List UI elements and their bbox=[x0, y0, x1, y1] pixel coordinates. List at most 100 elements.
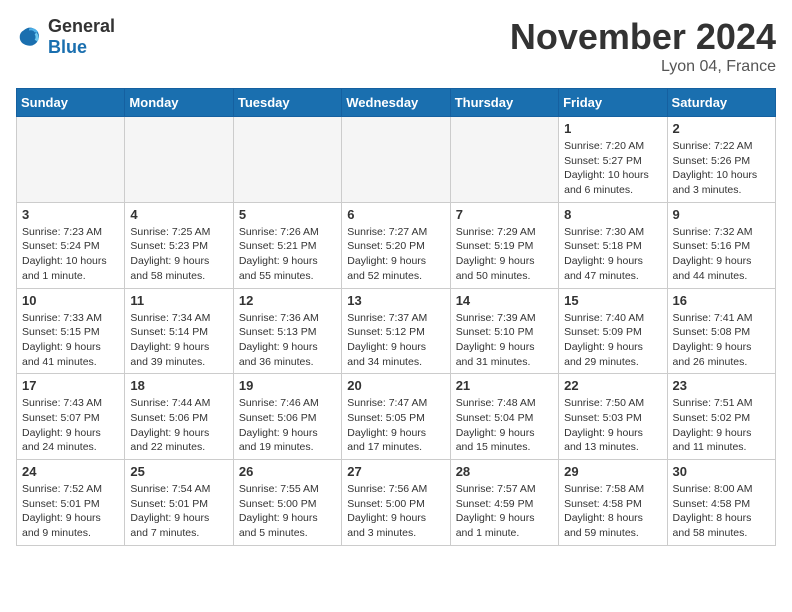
day-info: Sunrise: 7:32 AMSunset: 5:16 PMDaylight:… bbox=[673, 225, 770, 284]
day-info: Sunrise: 7:20 AMSunset: 5:27 PMDaylight:… bbox=[564, 139, 661, 198]
day-number: 10 bbox=[22, 293, 119, 308]
day-info: Sunrise: 7:46 AMSunset: 5:06 PMDaylight:… bbox=[239, 396, 336, 455]
day-cell-empty bbox=[17, 117, 125, 203]
day-cell-empty bbox=[125, 117, 233, 203]
month-title: November 2024 bbox=[510, 16, 776, 58]
day-cell-13: 13 Sunrise: 7:37 AMSunset: 5:12 PMDayligh… bbox=[342, 288, 450, 374]
day-number: 1 bbox=[564, 121, 661, 136]
day-cell-30: 30 Sunrise: 8:00 AMSunset: 4:58 PMDayligh… bbox=[667, 460, 775, 546]
day-number: 23 bbox=[673, 378, 770, 393]
day-cell-20: 20Sunrise: 7:47 AMSunset: 5:05 PMDayligh… bbox=[342, 374, 450, 460]
day-info: Sunrise: 7:37 AMSunset: 5:12 PMDaylight:… bbox=[347, 311, 444, 370]
day-info: Sunrise: 7:52 AMSunset: 5:01 PMDaylight:… bbox=[22, 482, 119, 541]
day-cell-22: 22 Sunrise: 7:50 AMSunset: 5:03 PMDayligh… bbox=[559, 374, 667, 460]
day-number: 22 bbox=[564, 378, 661, 393]
day-info: Sunrise: 7:26 AMSunset: 5:21 PMDaylight:… bbox=[239, 225, 336, 284]
week-row-2: 3 Sunrise: 7:23 AMSunset: 5:24 PMDaylight… bbox=[17, 202, 776, 288]
col-monday: Monday bbox=[125, 89, 233, 117]
day-cell-3: 3 Sunrise: 7:23 AMSunset: 5:24 PMDaylight… bbox=[17, 202, 125, 288]
day-info: Sunrise: 7:41 AMSunset: 5:08 PMDaylight:… bbox=[673, 311, 770, 370]
day-cell-5: 5 Sunrise: 7:26 AMSunset: 5:21 PMDaylight… bbox=[233, 202, 341, 288]
day-number: 30 bbox=[673, 464, 770, 479]
day-number: 18 bbox=[130, 378, 227, 393]
week-row-1: 1 Sunrise: 7:20 AMSunset: 5:27 PMDaylight… bbox=[17, 117, 776, 203]
day-cell-6: 6 Sunrise: 7:27 AMSunset: 5:20 PMDaylight… bbox=[342, 202, 450, 288]
week-row-3: 10 Sunrise: 7:33 AMSunset: 5:15 PMDayligh… bbox=[17, 288, 776, 374]
day-info: Sunrise: 7:55 AMSunset: 5:00 PMDaylight:… bbox=[239, 482, 336, 541]
day-cell-4: 4 Sunrise: 7:25 AMSunset: 5:23 PMDaylight… bbox=[125, 202, 233, 288]
day-info: Sunrise: 7:22 AMSunset: 5:26 PMDaylight:… bbox=[673, 139, 770, 198]
day-info: Sunrise: 7:43 AMSunset: 5:07 PMDaylight:… bbox=[22, 396, 119, 455]
day-number: 8 bbox=[564, 207, 661, 222]
title-block: November 2024 Lyon 04, France bbox=[510, 16, 776, 76]
day-info: Sunrise: 8:00 AMSunset: 4:58 PMDaylight:… bbox=[673, 482, 770, 541]
col-sunday: Sunday bbox=[17, 89, 125, 117]
day-cell-27: 27 Sunrise: 7:56 AMSunset: 5:00 PMDayligh… bbox=[342, 460, 450, 546]
day-number: 24 bbox=[22, 464, 119, 479]
day-info: Sunrise: 7:51 AMSunset: 5:02 PMDaylight:… bbox=[673, 396, 770, 455]
day-info: Sunrise: 7:40 AMSunset: 5:09 PMDaylight:… bbox=[564, 311, 661, 370]
day-number: 13 bbox=[347, 293, 444, 308]
day-number: 20 bbox=[347, 378, 444, 393]
calendar-table: Sunday Monday Tuesday Wednesday Thursday… bbox=[16, 88, 776, 546]
day-cell-empty bbox=[233, 117, 341, 203]
day-cell-28: 28Sunrise: 7:57 AMSunset: 4:59 PMDayligh… bbox=[450, 460, 558, 546]
week-row-5: 24 Sunrise: 7:52 AMSunset: 5:01 PMDayligh… bbox=[17, 460, 776, 546]
day-number: 14 bbox=[456, 293, 553, 308]
day-number: 27 bbox=[347, 464, 444, 479]
day-cell-24: 24 Sunrise: 7:52 AMSunset: 5:01 PMDayligh… bbox=[17, 460, 125, 546]
day-info: Sunrise: 7:48 AMSunset: 5:04 PMDaylight:… bbox=[456, 396, 553, 455]
page-header: General Blue November 2024 Lyon 04, Fran… bbox=[16, 16, 776, 76]
col-friday: Friday bbox=[559, 89, 667, 117]
calendar-header-row: Sunday Monday Tuesday Wednesday Thursday… bbox=[17, 89, 776, 117]
day-info: Sunrise: 7:27 AMSunset: 5:20 PMDaylight:… bbox=[347, 225, 444, 284]
day-info: Sunrise: 7:25 AMSunset: 5:23 PMDaylight:… bbox=[130, 225, 227, 284]
day-number: 16 bbox=[673, 293, 770, 308]
day-cell-empty bbox=[342, 117, 450, 203]
logo-general-text: General bbox=[48, 16, 115, 37]
day-info: Sunrise: 7:57 AMSunset: 4:59 PMDaylight:… bbox=[456, 482, 553, 541]
day-number: 15 bbox=[564, 293, 661, 308]
day-number: 29 bbox=[564, 464, 661, 479]
location-label: Lyon 04, France bbox=[510, 58, 776, 76]
day-number: 11 bbox=[130, 293, 227, 308]
day-cell-2: 2 Sunrise: 7:22 AMSunset: 5:26 PMDaylight… bbox=[667, 117, 775, 203]
day-cell-14: 14 Sunrise: 7:39 AMSunset: 5:10 PMDayligh… bbox=[450, 288, 558, 374]
day-cell-12: 12Sunrise: 7:36 AMSunset: 5:13 PMDayligh… bbox=[233, 288, 341, 374]
day-info: Sunrise: 7:44 AMSunset: 5:06 PMDaylight:… bbox=[130, 396, 227, 455]
day-cell-9: 9Sunrise: 7:32 AMSunset: 5:16 PMDaylight… bbox=[667, 202, 775, 288]
day-cell-7: 7Sunrise: 7:29 AMSunset: 5:19 PMDaylight… bbox=[450, 202, 558, 288]
col-tuesday: Tuesday bbox=[233, 89, 341, 117]
day-cell-26: 26Sunrise: 7:55 AMSunset: 5:00 PMDayligh… bbox=[233, 460, 341, 546]
day-cell-17: 17 Sunrise: 7:43 AMSunset: 5:07 PMDayligh… bbox=[17, 374, 125, 460]
day-info: Sunrise: 7:50 AMSunset: 5:03 PMDaylight:… bbox=[564, 396, 661, 455]
day-number: 2 bbox=[673, 121, 770, 136]
day-cell-29: 29Sunrise: 7:58 AMSunset: 4:58 PMDayligh… bbox=[559, 460, 667, 546]
day-info: Sunrise: 7:54 AMSunset: 5:01 PMDaylight:… bbox=[130, 482, 227, 541]
day-number: 19 bbox=[239, 378, 336, 393]
day-number: 17 bbox=[22, 378, 119, 393]
logo-blue-text: Blue bbox=[48, 37, 87, 57]
col-wednesday: Wednesday bbox=[342, 89, 450, 117]
col-saturday: Saturday bbox=[667, 89, 775, 117]
day-number: 3 bbox=[22, 207, 119, 222]
day-cell-8: 8 Sunrise: 7:30 AMSunset: 5:18 PMDaylight… bbox=[559, 202, 667, 288]
day-info: Sunrise: 7:23 AMSunset: 5:24 PMDaylight:… bbox=[22, 225, 119, 284]
day-cell-15: 15 Sunrise: 7:40 AMSunset: 5:09 PMDayligh… bbox=[559, 288, 667, 374]
day-number: 6 bbox=[347, 207, 444, 222]
day-cell-18: 18 Sunrise: 7:44 AMSunset: 5:06 PMDayligh… bbox=[125, 374, 233, 460]
day-info: Sunrise: 7:33 AMSunset: 5:15 PMDaylight:… bbox=[22, 311, 119, 370]
day-number: 25 bbox=[130, 464, 227, 479]
day-info: Sunrise: 7:29 AMSunset: 5:19 PMDaylight:… bbox=[456, 225, 553, 284]
day-number: 4 bbox=[130, 207, 227, 222]
day-number: 5 bbox=[239, 207, 336, 222]
day-info: Sunrise: 7:39 AMSunset: 5:10 PMDaylight:… bbox=[456, 311, 553, 370]
day-cell-23: 23 Sunrise: 7:51 AMSunset: 5:02 PMDayligh… bbox=[667, 374, 775, 460]
col-thursday: Thursday bbox=[450, 89, 558, 117]
day-cell-10: 10 Sunrise: 7:33 AMSunset: 5:15 PMDayligh… bbox=[17, 288, 125, 374]
day-cell-16: 16 Sunrise: 7:41 AMSunset: 5:08 PMDayligh… bbox=[667, 288, 775, 374]
day-info: Sunrise: 7:30 AMSunset: 5:18 PMDaylight:… bbox=[564, 225, 661, 284]
day-info: Sunrise: 7:56 AMSunset: 5:00 PMDaylight:… bbox=[347, 482, 444, 541]
day-info: Sunrise: 7:36 AMSunset: 5:13 PMDaylight:… bbox=[239, 311, 336, 370]
day-cell-21: 21Sunrise: 7:48 AMSunset: 5:04 PMDayligh… bbox=[450, 374, 558, 460]
